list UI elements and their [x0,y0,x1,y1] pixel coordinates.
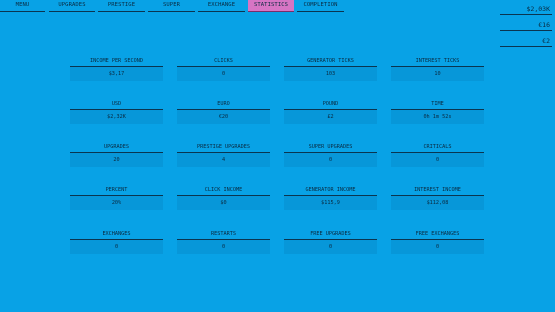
stat-time: TIME 0h 1m 52s [391,99,484,124]
stat-value: 0 [284,153,377,167]
stat-label: SUPER UPGRADES [284,142,377,153]
tab-menu[interactable]: MENU [0,0,45,12]
stat-label: EURO [177,99,270,110]
stat-super-upgrades: SUPER UPGRADES 0 [284,142,377,167]
stat-criticals: CRITICALS 0 [391,142,484,167]
stat-value: 10 [391,67,484,81]
stat-value: $112,08 [391,196,484,210]
stat-label: PERCENT [70,185,163,196]
stat-label: TIME [391,99,484,110]
stat-label: GENERATOR TICKS [284,56,377,67]
stat-label: INCOME PER SECOND [70,56,163,67]
stat-exchanges: EXCHANGES 0 [70,229,163,254]
stat-label: GENERATOR INCOME [284,185,377,196]
stat-value: 0h 1m 52s [391,110,484,124]
stat-value: £2 [284,110,377,124]
stat-label: CLICK INCOME [177,185,270,196]
dollar-balance: $2,03K [500,3,552,15]
pound-balance: €2 [500,35,552,47]
stat-label: FREE UPGRADES [284,229,377,240]
stat-free-exchanges: FREE EXCHANGES 0 [391,229,484,254]
stat-pound: POUND £2 [284,99,377,124]
stat-value: €20 [177,110,270,124]
stat-label: PRESTIGE UPGRADES [177,142,270,153]
stat-value: $115,9 [284,196,377,210]
stat-value: 20% [70,196,163,210]
stat-value: 4 [177,153,270,167]
stat-value: 0 [391,240,484,254]
tab-exchange[interactable]: EXCHANGE [198,0,245,12]
stat-label: INTEREST INCOME [391,185,484,196]
stat-click-income: CLICK INCOME $0 [177,185,270,210]
stat-prestige-upgrades: PRESTIGE UPGRADES 4 [177,142,270,167]
stat-restarts: RESTARTS 0 [177,229,270,254]
stat-usd: USD $2,32K [70,99,163,124]
stat-label: UPGRADES [70,142,163,153]
stat-value: $3,17 [70,67,163,81]
stat-value: 0 [284,240,377,254]
stat-generator-ticks: GENERATOR TICKS 103 [284,56,377,81]
stat-value: 103 [284,67,377,81]
stat-label: CLICKS [177,56,270,67]
stat-value: 20 [70,153,163,167]
stat-label: CRITICALS [391,142,484,153]
stat-clicks: CLICKS 0 [177,56,270,81]
stat-value: 0 [177,67,270,81]
stat-label: POUND [284,99,377,110]
stat-generator-income: GENERATOR INCOME $115,9 [284,185,377,210]
stat-interest-ticks: INTEREST TICKS 10 [391,56,484,81]
tab-upgrades[interactable]: UPGRADES [49,0,95,12]
stat-income-per-second: INCOME PER SECOND $3,17 [70,56,163,81]
stat-value: 0 [391,153,484,167]
tab-statistics[interactable]: STATISTICS [248,0,294,12]
euro-balance: €16 [500,19,552,31]
stat-value: $2,32K [70,110,163,124]
tab-completion[interactable]: COMPLETION [297,0,344,12]
tab-prestige[interactable]: PRESTIGE [98,0,145,12]
stat-interest-income: INTEREST INCOME $112,08 [391,185,484,210]
stat-label: EXCHANGES [70,229,163,240]
tab-super[interactable]: SUPER [148,0,195,12]
stat-value: $0 [177,196,270,210]
stat-label: FREE EXCHANGES [391,229,484,240]
stat-percent: PERCENT 20% [70,185,163,210]
stat-upgrades: UPGRADES 20 [70,142,163,167]
stat-euro: EURO €20 [177,99,270,124]
stat-label: RESTARTS [177,229,270,240]
stat-value: 0 [70,240,163,254]
stat-free-upgrades: FREE UPGRADES 0 [284,229,377,254]
stat-value: 0 [177,240,270,254]
stat-label: USD [70,99,163,110]
stat-label: INTEREST TICKS [391,56,484,67]
